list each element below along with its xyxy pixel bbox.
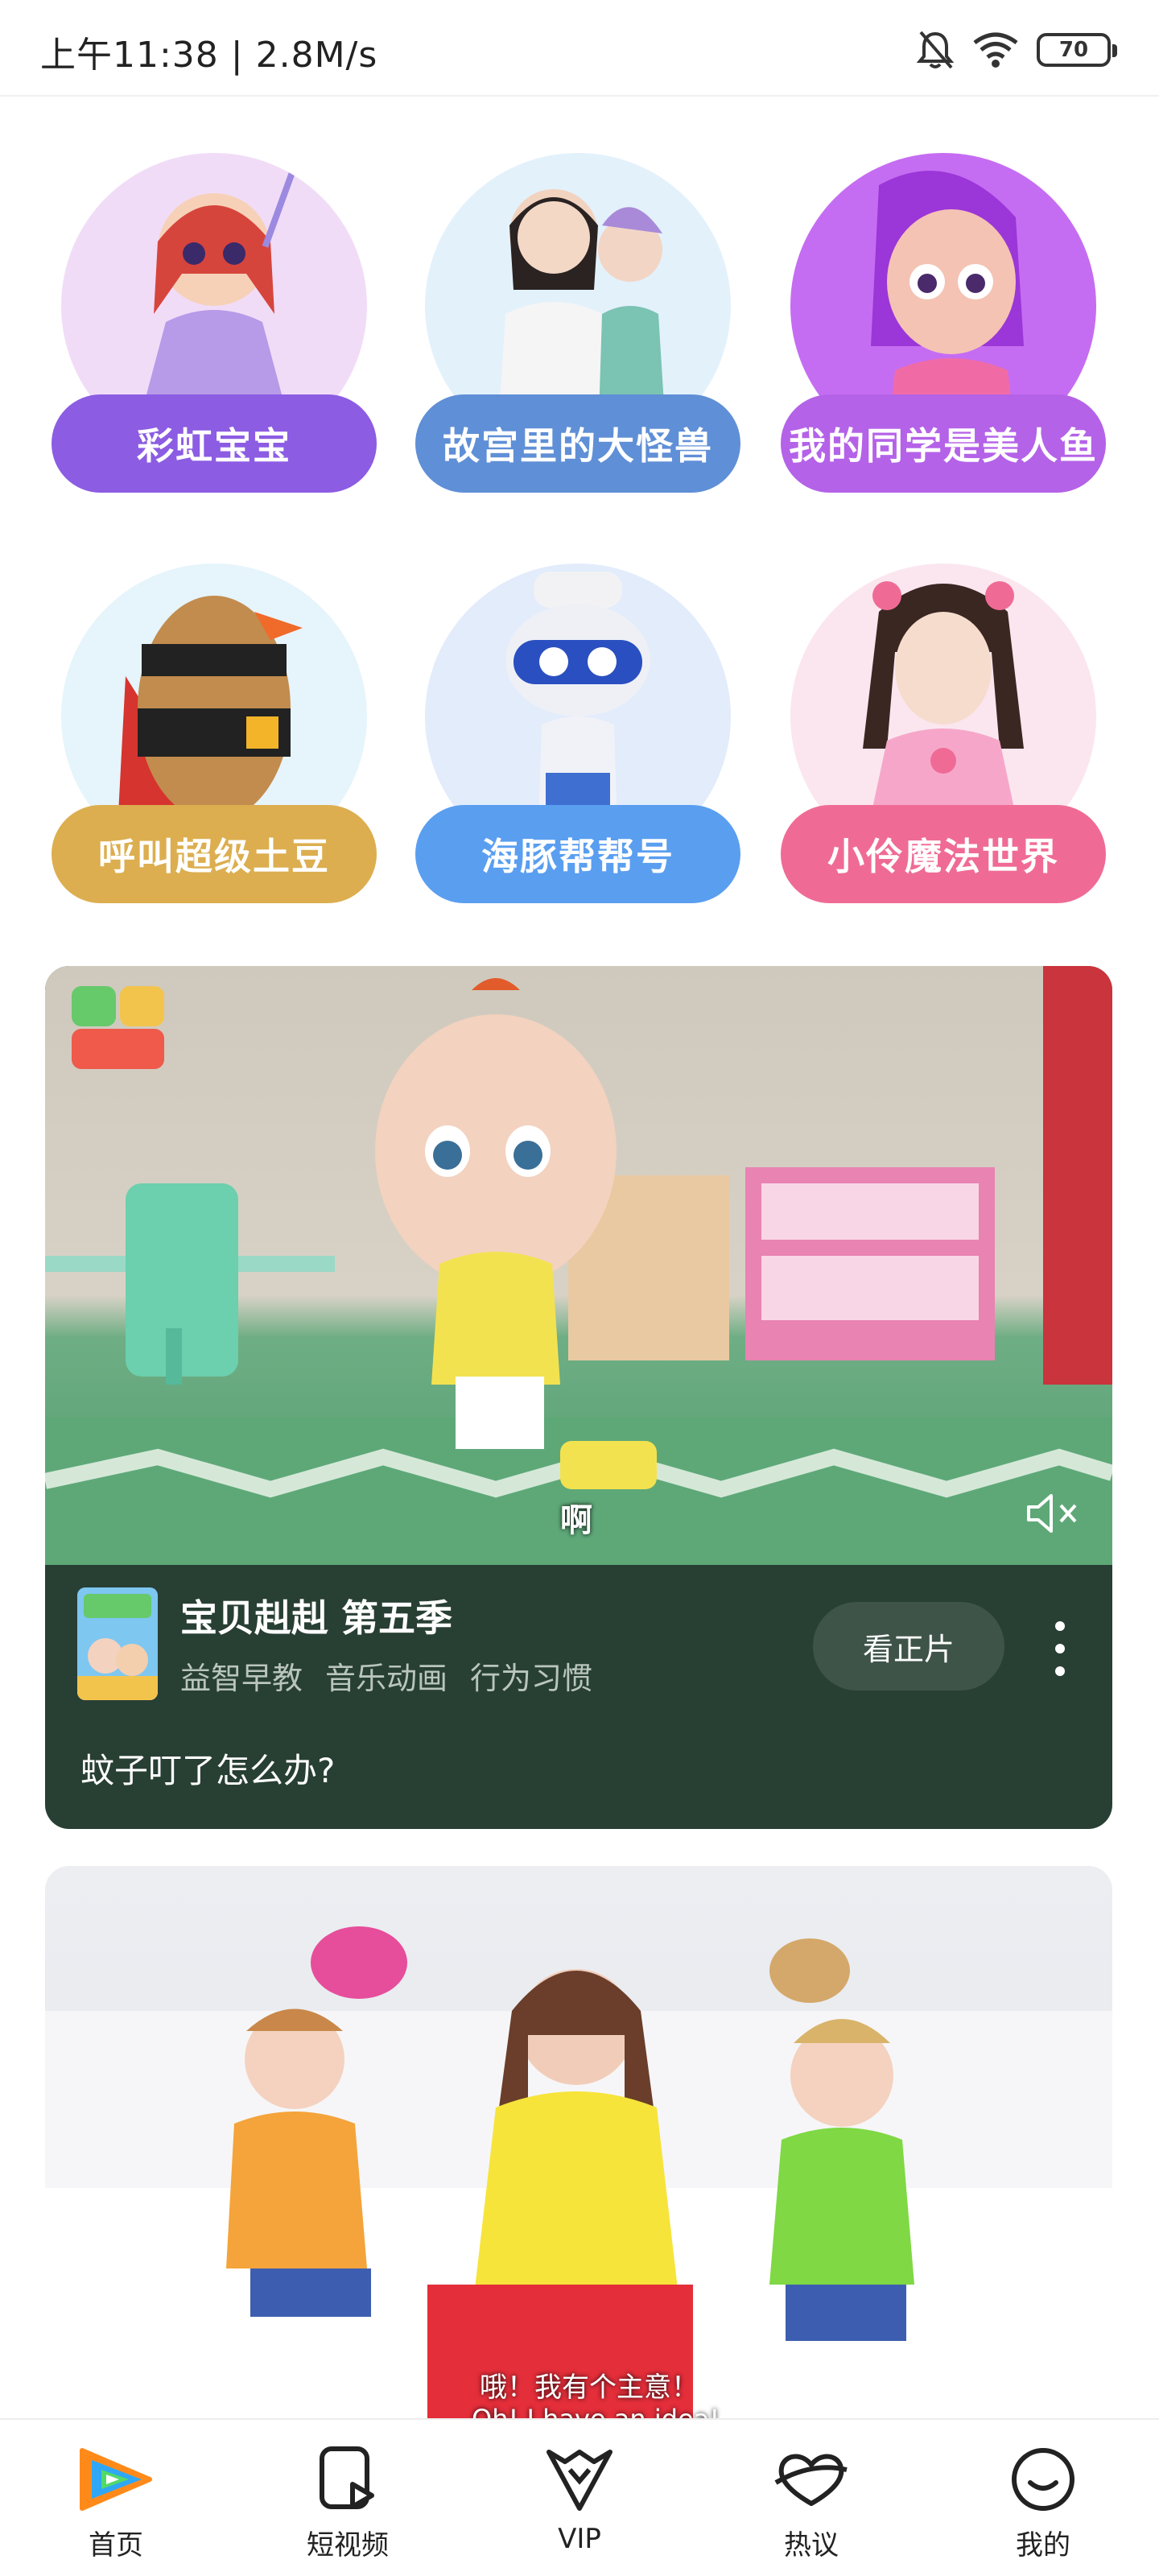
video-card-baby-jojo[interactable]: 啊 宝贝赳赳 第五季 益智早教 音乐动画 行为习惯 看正片 蚊子叮了怎么办? — [45, 966, 1112, 1829]
video-caption: 啊 — [560, 1502, 592, 1539]
show-title[interactable]: 宝贝赳赳 第五季 — [180, 1589, 452, 1642]
character-label: 呼叫超级土豆 — [52, 805, 377, 903]
episode-title[interactable]: 蚊子叮了怎么办? — [80, 1744, 335, 1793]
nav-item-discussion[interactable]: 热议 — [695, 2420, 927, 2576]
character-label: 小伶魔法世界 — [781, 805, 1106, 903]
show-tag: 音乐动画 — [325, 1661, 448, 1696]
volume-muted-icon[interactable] — [1025, 1489, 1082, 1538]
nav-item-short-video[interactable]: 短视频 — [232, 2420, 464, 2576]
show-tag: 益智早教 — [180, 1661, 303, 1696]
bell-muted-icon — [916, 31, 955, 69]
nav-label: 短视频 — [307, 2529, 389, 2562]
short-video-icon — [309, 2441, 386, 2518]
character-item-mermaid-classmate[interactable]: 我的同学是美人鱼 — [774, 121, 1112, 507]
tencent-video-logo-icon — [77, 2441, 155, 2518]
character-item-dolphin-helper[interactable]: 海豚帮帮号 — [409, 531, 747, 918]
discussion-icon — [773, 2441, 850, 2518]
bottom-navigation: 首页 短视频 VIP 热议 我的 — [0, 2418, 1159, 2576]
nav-item-home[interactable]: 首页 — [0, 2420, 232, 2576]
battery-level: 70 — [1058, 38, 1089, 62]
vip-crown-icon — [541, 2441, 618, 2518]
video-frame-illustration — [45, 1926, 1112, 2429]
video-player[interactable]: 啊 — [45, 966, 1112, 1565]
show-thumbnail[interactable] — [77, 1587, 158, 1700]
nav-label: 热议 — [784, 2529, 839, 2562]
show-tags: 益智早教 音乐动画 行为习惯 — [180, 1653, 592, 1698]
character-label: 故宫里的大怪兽 — [415, 394, 740, 493]
watch-full-button[interactable]: 看正片 — [813, 1602, 1004, 1690]
character-label: 彩虹宝宝 — [52, 394, 377, 493]
character-label: 海豚帮帮号 — [415, 805, 740, 903]
video-frame-illustration — [45, 966, 1112, 1565]
video-info-panel: 宝贝赳赳 第五季 益智早教 音乐动画 行为习惯 看正片 蚊子叮了怎么办? — [45, 1565, 1112, 1829]
status-bar: 上午11:38 | 2.8M/s 70 — [0, 0, 1159, 97]
nav-label: VIP — [558, 2523, 601, 2555]
character-item-palace-monster[interactable]: 故宫里的大怪兽 — [409, 121, 747, 507]
nav-item-vip[interactable]: VIP — [464, 2420, 695, 2576]
video-subtitle-cn: 哦！我有个主意！ — [480, 2372, 699, 2404]
nav-item-profile[interactable]: 我的 — [927, 2420, 1159, 2576]
battery-icon: 70 — [1037, 33, 1117, 67]
brand-logo-baby-jojo — [68, 982, 172, 1071]
character-item-magic-world[interactable]: 小伶魔法世界 — [774, 531, 1112, 918]
video-card-vlad-niki[interactable]: 哦！我有个主意！ Oh! I have an idea! — [45, 1866, 1112, 2429]
status-time: 上午11:38 | 2.8M/s — [40, 35, 378, 76]
show-tag: 行为习惯 — [470, 1661, 593, 1696]
character-item-super-potato[interactable]: 呼叫超级土豆 — [45, 531, 383, 918]
more-vertical-icon[interactable] — [1048, 1616, 1072, 1681]
header-divider — [0, 95, 1159, 97]
nav-label: 首页 — [89, 2529, 143, 2562]
profile-smile-icon — [1004, 2441, 1082, 2518]
wifi-icon — [973, 32, 1018, 68]
status-icons: 70 — [916, 27, 1117, 72]
nav-label: 我的 — [1016, 2529, 1070, 2562]
character-item-rainbow-baby[interactable]: 彩虹宝宝 — [45, 121, 383, 507]
character-label: 我的同学是美人鱼 — [781, 394, 1106, 493]
video-player[interactable]: 哦！我有个主意！ Oh! I have an idea! — [45, 1866, 1112, 2429]
